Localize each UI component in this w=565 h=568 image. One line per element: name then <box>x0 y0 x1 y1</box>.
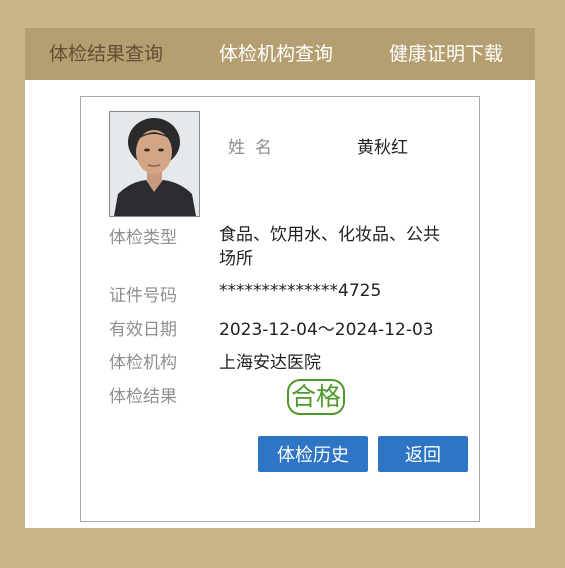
tab-exam-result-query[interactable]: 体检结果查询 <box>49 28 163 80</box>
id-photo <box>109 111 200 217</box>
name-value: 黄秋红 <box>357 138 408 158</box>
exam-institution-value: 上海安达医院 <box>219 353 321 373</box>
valid-date-value: 2023-12-04～2024-12-03 <box>219 320 434 340</box>
exam-result-label: 体检结果 <box>109 387 177 407</box>
id-number-label: 证件号码 <box>109 286 177 306</box>
exam-type-value: 食品、饮用水、化妆品、公共场所 <box>219 225 440 269</box>
exam-history-button[interactable]: 体检历史 <box>258 436 368 472</box>
id-number-value: **************4725 <box>219 281 382 301</box>
health-certificate-card: 姓名 黄秋红 体检类型 食品、饮用水、化妆品、公共场所 证件号码 *******… <box>80 96 480 522</box>
exam-institution-label: 体检机构 <box>109 353 177 373</box>
tab-health-certificate-download[interactable]: 健康证明下载 <box>389 28 503 80</box>
main-frame: 体检结果查询 体检机构查询 健康证明下载 姓名 黄秋红 体检类型 食品、饮用水、… <box>25 28 535 528</box>
tab-exam-institution-query[interactable]: 体检机构查询 <box>219 28 333 80</box>
tab-bar: 体检结果查询 体检机构查询 健康证明下载 <box>25 28 535 80</box>
person-photo-icon <box>110 112 199 216</box>
name-label: 姓名 <box>228 138 282 158</box>
back-button[interactable]: 返回 <box>378 436 468 472</box>
exam-type-label: 体检类型 <box>109 228 177 248</box>
valid-date-label: 有效日期 <box>109 320 177 340</box>
qualified-stamp: 合格 <box>287 379 346 415</box>
